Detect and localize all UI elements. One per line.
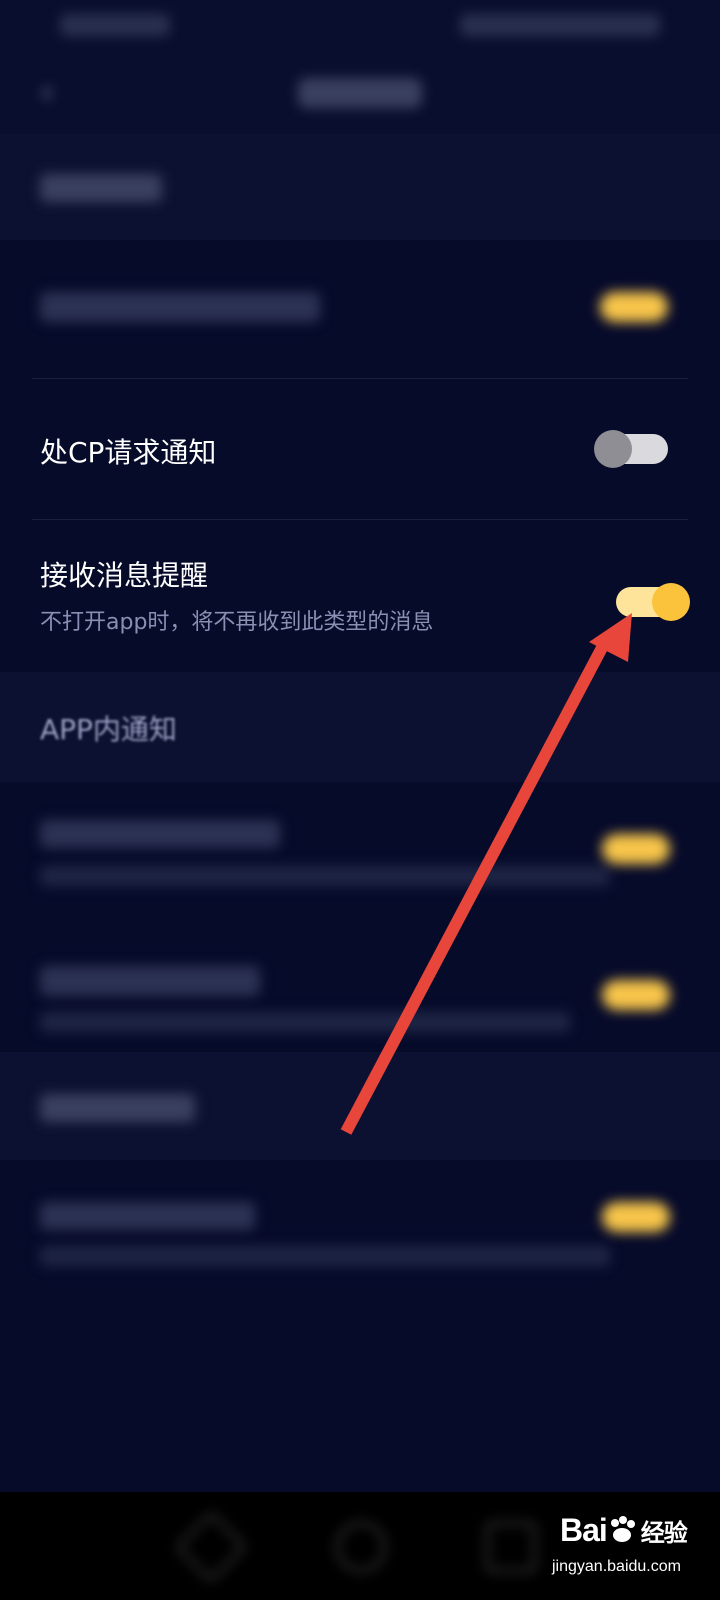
watermark-brand: Bai (560, 1512, 608, 1548)
watermark-url: jingyan.baidu.com (552, 1558, 681, 1575)
annotation-arrow-shaft (340, 639, 611, 1135)
watermark-brand-cn: 经验 (640, 1520, 688, 1547)
annotation-arrow (340, 613, 632, 1135)
nav-home-icon[interactable] (336, 1522, 386, 1572)
nav-back-icon[interactable] (175, 1511, 247, 1583)
watermark-logo: Bai 经验 (560, 1512, 688, 1549)
watermark: Bai 经验 jingyan.baidu.com (552, 1508, 692, 1588)
nav-recent-icon[interactable] (486, 1522, 536, 1572)
paw-icon (610, 1516, 635, 1542)
